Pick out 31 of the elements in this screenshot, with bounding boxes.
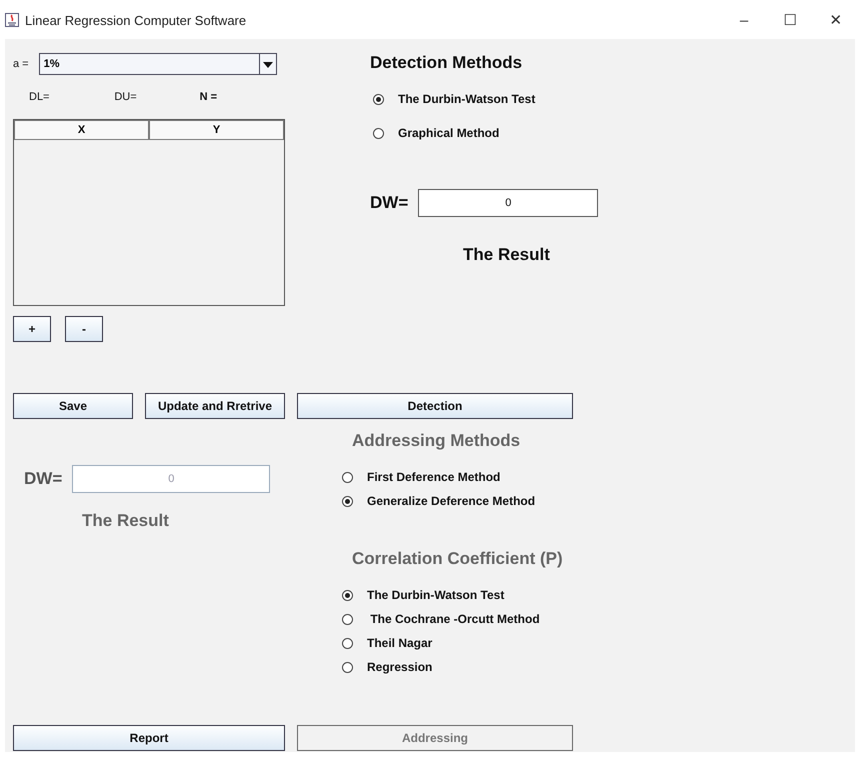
- radio-button[interactable]: [373, 94, 384, 104]
- alpha-dropdown[interactable]: 1%: [38, 53, 277, 75]
- window-control[interactable]: ☐: [767, 11, 813, 29]
- section-heading: Correlation Coefficient (P): [352, 549, 564, 569]
- report-button[interactable]: Report: [13, 725, 285, 751]
- radio-label[interactable]: Graphical Method: [398, 126, 500, 140]
- column-header[interactable]: X: [14, 120, 149, 140]
- stat-label: N =: [200, 91, 218, 103]
- stat-label: DL=: [29, 91, 50, 103]
- result-label: The Result: [82, 511, 170, 531]
- window-control[interactable]: ✕: [813, 11, 859, 29]
- column-header[interactable]: Y: [149, 120, 284, 140]
- window-control[interactable]: –: [721, 12, 767, 28]
- dw-field[interactable]: 0: [418, 189, 598, 217]
- dw-label: DW=: [370, 193, 408, 213]
- section-heading: Detection Methods: [370, 53, 524, 73]
- action-button[interactable]: Detection: [297, 393, 573, 419]
- stat-label: DU=: [114, 91, 138, 103]
- add-row-button[interactable]: +: [13, 316, 51, 342]
- section-heading: Addressing Methods: [352, 431, 522, 451]
- dw-label: DW=: [24, 469, 62, 489]
- window-title: Linear Regression Computer Software: [25, 12, 248, 28]
- caret-icon: [258, 54, 276, 74]
- app-icon: [5, 13, 19, 27]
- radio-button[interactable]: [373, 128, 384, 138]
- result-label: The Result: [463, 245, 551, 265]
- remove-row-button[interactable]: -: [65, 316, 103, 342]
- alpha-label: a =: [13, 58, 29, 70]
- action-button[interactable]: Save: [13, 393, 133, 419]
- radio-label[interactable]: The Durbin-Watson Test: [398, 92, 536, 106]
- action-button[interactable]: Update and Rretrive: [145, 393, 285, 419]
